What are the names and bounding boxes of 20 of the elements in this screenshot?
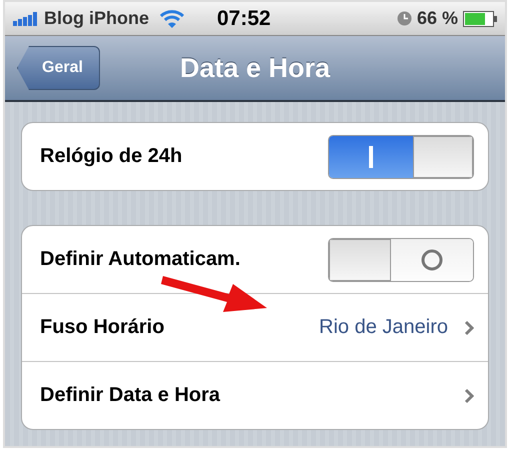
battery-percent: 66 % — [416, 8, 458, 29]
setting-label: Definir Automaticam. — [40, 248, 240, 271]
setting-label: Definir Data e Hora — [40, 384, 220, 407]
off-icon — [421, 248, 443, 270]
back-button[interactable]: Geral — [17, 46, 100, 90]
on-icon — [369, 146, 373, 168]
battery-icon — [463, 10, 497, 26]
signal-icon — [13, 12, 39, 26]
chevron-icon[interactable] — [464, 388, 474, 404]
clock-icon — [396, 11, 412, 26]
screen-title: Data e Hora — [180, 52, 330, 84]
chevron-icon[interactable] — [464, 320, 474, 336]
wifi-icon — [160, 10, 184, 28]
setting-value: Rio de Janeiro — [319, 316, 448, 339]
toggle-switch[interactable] — [328, 134, 474, 178]
carrier-name: Blog iPhone — [44, 8, 149, 29]
clock-time: 07:52 — [217, 6, 271, 30]
setting-label: Fuso Horário — [40, 316, 164, 339]
toggle-switch[interactable] — [328, 238, 474, 282]
setting-label: Relógio de 24h — [40, 145, 182, 168]
